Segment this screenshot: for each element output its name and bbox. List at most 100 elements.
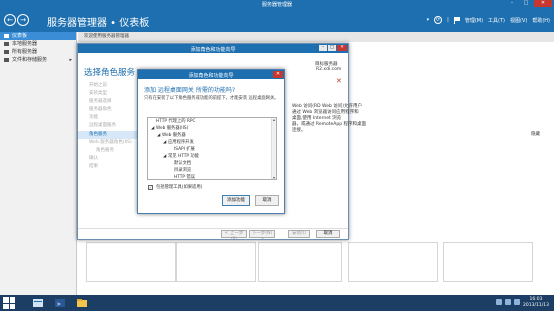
maximize-icon[interactable]: □ bbox=[520, 0, 532, 7]
back-button[interactable]: ← bbox=[4, 14, 16, 26]
description-line: 连接。 bbox=[292, 128, 306, 133]
tree-item-label: 目录浏览 bbox=[174, 168, 192, 173]
sidebar-item-label: 文件和存储服务 bbox=[12, 57, 48, 63]
close-icon[interactable]: ✕ bbox=[534, 0, 552, 7]
sidebar-item-local-server[interactable]: 本地服务器 bbox=[0, 40, 76, 48]
taskbar-server-manager-icon[interactable] bbox=[30, 296, 46, 310]
sidebar: 仪表板 本地服务器 所有服务器 文件和存储服务 ▸ bbox=[0, 32, 77, 295]
sidebar-item-file-storage[interactable]: 文件和存储服务 ▸ bbox=[0, 56, 76, 64]
menu-manage[interactable]: 管理(M) bbox=[465, 17, 483, 24]
wizard-step[interactable]: 服务器选择 bbox=[78, 98, 138, 106]
servers-icon bbox=[4, 50, 9, 54]
wizard-footer: < 上一步(P) 下一步(N) > 安装(I) 取消 bbox=[78, 228, 348, 242]
tree-scrollbar[interactable] bbox=[271, 118, 276, 179]
dashboard-icon bbox=[4, 34, 9, 38]
next-button[interactable]: 下一步(N) > bbox=[249, 230, 275, 242]
maximize-icon[interactable]: □ bbox=[328, 45, 336, 51]
dialog-description: 只有在安装了以下角色服务或功能的前提下，才能安装 远程桌面网关。 bbox=[144, 96, 279, 101]
notifications-flag-icon[interactable] bbox=[453, 16, 460, 24]
add-features-dialog: 添加角色和功能向导 ✕ 添加 远程桌面网关 所需的功能吗? 只有在安装了以下角色… bbox=[137, 69, 285, 214]
wizard-title: 添加角色和功能向导 bbox=[190, 47, 236, 53]
refresh-icon[interactable]: ⟳ bbox=[434, 16, 443, 24]
tile bbox=[86, 242, 176, 282]
taskbar-clock[interactable]: 16:03 2013/11/13 bbox=[521, 297, 551, 308]
wizard-step[interactable]: 远程桌面服务 bbox=[78, 122, 138, 130]
arrow-right-icon: → bbox=[20, 16, 26, 24]
minimize-icon[interactable]: – bbox=[319, 45, 327, 51]
window-titlebar: 服务器管理器 – □ ✕ bbox=[0, 0, 554, 8]
system-tray bbox=[496, 299, 520, 305]
wizard-step-active[interactable]: 角色服务 bbox=[78, 130, 138, 139]
tree-item-label: 常见 HTTP 功能 bbox=[168, 154, 199, 159]
dialog-title: 添加角色和功能向导 bbox=[188, 73, 234, 79]
tray-flag-icon[interactable] bbox=[496, 299, 502, 305]
sidebar-item-label: 所有服务器 bbox=[12, 49, 38, 55]
tree-item-label: ISAPI 扩展 bbox=[174, 147, 195, 152]
wizard-step[interactable]: 服务器角色 bbox=[78, 106, 138, 114]
wizard-steps: 开始之前 安装类型 服务器选择 服务器角色 功能 远程桌面服务 角色服务 Web… bbox=[78, 82, 138, 171]
tree-item-label: HTTP 代理上的 RPC bbox=[156, 119, 196, 124]
close-x-icon: ✕ bbox=[336, 77, 342, 85]
start-button[interactable] bbox=[3, 297, 15, 309]
menu-help[interactable]: 帮助(H) bbox=[532, 17, 550, 24]
page-title: 服务器管理器 • 仪表板 bbox=[47, 18, 150, 29]
tree-item-label: HTTP 错误 bbox=[174, 175, 195, 180]
include-tools-option[interactable]: ✓ 包括管理工具(如果适用) bbox=[148, 184, 202, 190]
welcome-banner: 欢迎使用服务器管理器 bbox=[78, 32, 554, 42]
include-tools-checkbox[interactable]: ✓ bbox=[148, 184, 153, 190]
hide-link[interactable]: 隐藏 bbox=[531, 131, 540, 137]
tree-item-label: Web 服务器(IIS) bbox=[156, 126, 189, 131]
tile bbox=[258, 242, 342, 282]
dialog-titlebar: 添加角色和功能向导 ✕ bbox=[138, 70, 284, 79]
window-title: 服务器管理器 bbox=[261, 2, 292, 8]
wizard-step[interactable]: Web 服务器角色(IIS) bbox=[78, 139, 138, 147]
tray-volume-icon[interactable] bbox=[514, 299, 520, 305]
menu-tools[interactable]: 工具(T) bbox=[488, 17, 505, 24]
add-features-button[interactable]: 添加功能 bbox=[222, 195, 250, 206]
wizard-window-controls: – □ ✕ bbox=[319, 45, 347, 51]
wizard-step[interactable]: 结果 bbox=[78, 163, 138, 171]
storage-icon bbox=[4, 58, 9, 62]
sidebar-item-dashboard[interactable]: 仪表板 bbox=[0, 32, 76, 40]
destination-server: R2.xdi.com bbox=[316, 67, 342, 72]
clock-date: 2013/11/13 bbox=[523, 302, 549, 308]
wizard-step[interactable]: 确认 bbox=[78, 155, 138, 163]
wizard-step[interactable]: 功能 bbox=[78, 114, 138, 122]
window-controls: – □ ✕ bbox=[506, 0, 552, 8]
taskbar-powershell-icon[interactable]: > bbox=[52, 296, 68, 310]
menu-view[interactable]: 视图(V) bbox=[510, 17, 527, 24]
close-icon[interactable]: ✕ bbox=[337, 45, 347, 51]
wizard-step[interactable]: 开始之前 bbox=[78, 82, 138, 90]
dialog-cancel-button[interactable]: 取消 bbox=[255, 195, 279, 206]
taskbar-explorer-icon[interactable] bbox=[74, 296, 90, 310]
close-icon[interactable]: ✕ bbox=[273, 71, 283, 78]
dialog-heading: 添加 远程桌面网关 所需的功能吗? bbox=[144, 87, 235, 94]
tile bbox=[443, 242, 533, 282]
windows-logo-icon bbox=[3, 297, 9, 303]
wizard-step[interactable]: 安装类型 bbox=[78, 90, 138, 98]
tree-item-label: 默认文档 bbox=[174, 161, 192, 166]
sidebar-item-label: 仪表板 bbox=[12, 33, 28, 39]
app-header: ← → 服务器管理器 • 仪表板 ▾ ⟳ | 管理(M) 工具(T) 视图(V)… bbox=[0, 8, 554, 32]
header-toolbar: ▾ ⟳ | 管理(M) 工具(T) 视图(V) 帮助(H) bbox=[427, 16, 550, 24]
wizard-heading: 选择角色服务 bbox=[84, 68, 136, 78]
install-button[interactable]: 安装(I) bbox=[288, 230, 310, 238]
wizard-step[interactable]: 角色服务 bbox=[78, 147, 138, 155]
tree-item-label: Web 服务器 bbox=[162, 133, 186, 138]
features-tree[interactable]: HTTP 代理上的 RPC ◢ Web 服务器(IIS) ◢ Web 服务器 ◢ 应用… bbox=[147, 117, 277, 180]
sidebar-item-label: 本地服务器 bbox=[12, 41, 38, 47]
tile bbox=[176, 242, 256, 282]
minimize-icon[interactable]: – bbox=[506, 0, 518, 7]
chevron-right-icon: ▸ bbox=[69, 57, 72, 63]
wizard-titlebar: 添加角色和功能向导 – □ ✕ bbox=[78, 44, 348, 53]
tree-item[interactable]: HTTP 错误 bbox=[169, 174, 195, 180]
previous-button[interactable]: < 上一步(P) bbox=[221, 230, 247, 242]
tray-network-icon[interactable] bbox=[505, 299, 511, 305]
svg-text:>: > bbox=[57, 301, 61, 308]
forward-button[interactable]: → bbox=[17, 14, 29, 26]
cancel-button[interactable]: 取消 bbox=[316, 230, 340, 238]
separator: | bbox=[447, 17, 449, 23]
sidebar-item-all-servers[interactable]: 所有服务器 bbox=[0, 48, 76, 56]
taskbar: > 16:03 2013/11/13 bbox=[0, 295, 554, 311]
dropdown-chevron-icon[interactable]: ▾ bbox=[427, 17, 430, 23]
